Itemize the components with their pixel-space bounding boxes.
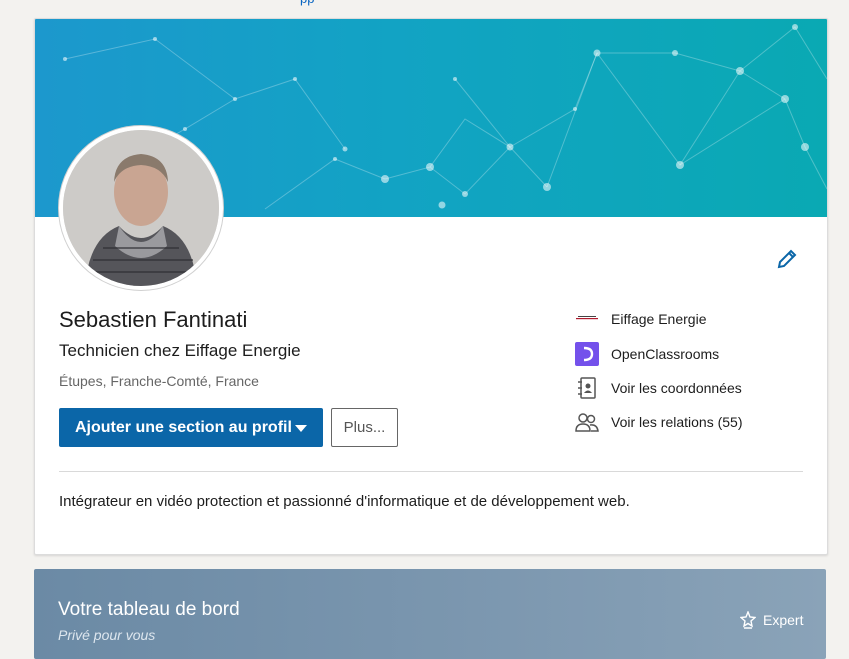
side-item-connections[interactable]: Voir les relations (55) (575, 410, 815, 436)
star-badge-icon (740, 611, 756, 629)
dashboard-card: Votre tableau de bord Privé pour vous Ex… (34, 569, 826, 659)
divider (59, 471, 803, 472)
profile-card: Sebastien Fantinati Technicien chez Eiff… (34, 18, 828, 555)
eiffage-logo-icon (575, 307, 599, 331)
add-profile-section-button[interactable]: Ajouter une section au profil (59, 408, 323, 447)
caret-down-icon (295, 425, 307, 432)
contact-card-icon (575, 376, 599, 400)
openclassrooms-logo-icon (575, 342, 599, 366)
dashboard-title: Votre tableau de bord (58, 599, 240, 620)
expert-badge-label: Expert (763, 612, 804, 628)
side-item-label: Eiffage Energie (611, 311, 707, 327)
people-icon (575, 410, 599, 434)
profile-avatar[interactable] (59, 126, 223, 290)
side-item-label: OpenClassrooms (611, 346, 720, 362)
edit-profile-button[interactable] (775, 247, 799, 271)
top-strip: pp (0, 0, 849, 14)
side-item-eiffage[interactable]: Eiffage Energie (575, 307, 815, 333)
side-item-label: Voir les coordonnées (611, 380, 742, 396)
add-profile-section-label: Ajouter une section au profil (75, 419, 292, 436)
profile-headline: Technicien chez Eiffage Energie (59, 341, 301, 360)
profile-photo (63, 130, 219, 286)
top-link-fragment[interactable]: pp (300, 0, 314, 6)
more-button[interactable]: Plus... (331, 408, 398, 447)
profile-location: Étupes, Franche-Comté, France (59, 373, 259, 389)
pencil-icon (777, 249, 797, 269)
side-item-label: Voir les relations (55) (611, 414, 743, 430)
side-item-contact-info[interactable]: Voir les coordonnées (575, 376, 815, 402)
profile-name: Sebastien Fantinati (59, 307, 248, 332)
dashboard-subtitle: Privé pour vous (58, 627, 156, 643)
side-item-openclassrooms[interactable]: OpenClassrooms (575, 342, 815, 368)
profile-summary: Intégrateur en vidéo protection et passi… (59, 493, 630, 510)
